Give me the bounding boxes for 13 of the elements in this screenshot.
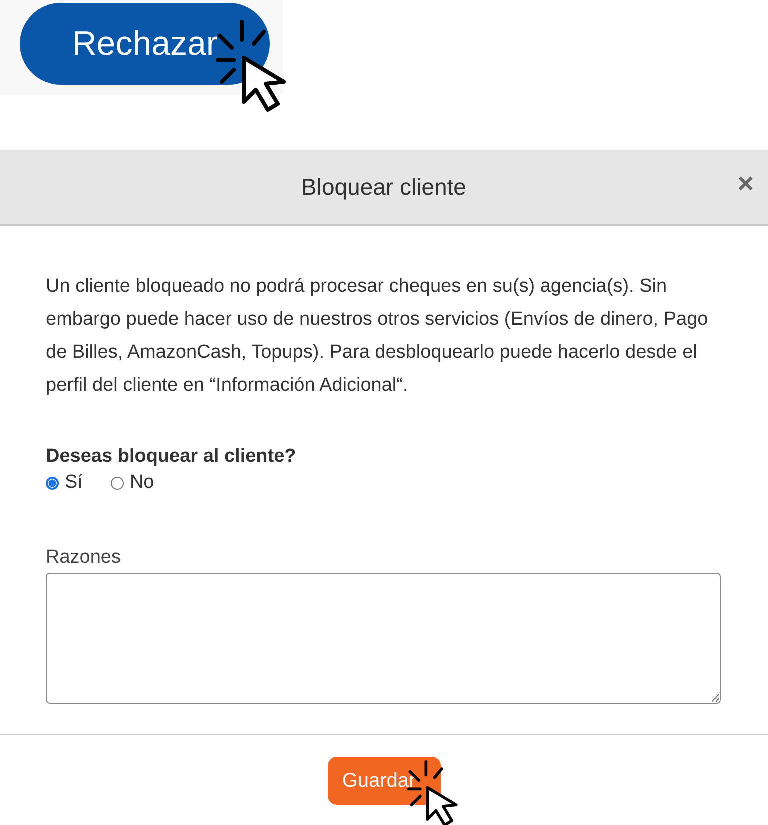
modal-title: Bloquear cliente — [302, 174, 466, 200]
radio-button[interactable] — [46, 476, 59, 490]
reasons-field[interactable] — [46, 573, 721, 704]
radio-button[interactable] — [110, 476, 124, 490]
radio-option[interactable]: Sí — [46, 472, 83, 494]
reject-button[interactable]: Rechazar — [20, 3, 270, 85]
reasons-label: Razones — [46, 547, 122, 569]
option-label: Sí — [65, 472, 83, 494]
close-button[interactable]: × — [738, 170, 754, 198]
info-message: Un cliente bloqueado no podrá procesar cheques en su(s) agencia(s). Sin embargo puede hacer uso de nuestros otros servicios (Envíos de dinero, Pago de Billes, AmazonCash, Topups). Para desbloquearlo puede hacerlo desde el perfil del cliente en “Información Adicional“. — [46, 275, 710, 398]
option-label: No — [130, 472, 154, 494]
question-label: Deseas bloquear al cliente? — [46, 446, 298, 468]
radio-option[interactable]: No — [110, 472, 154, 494]
